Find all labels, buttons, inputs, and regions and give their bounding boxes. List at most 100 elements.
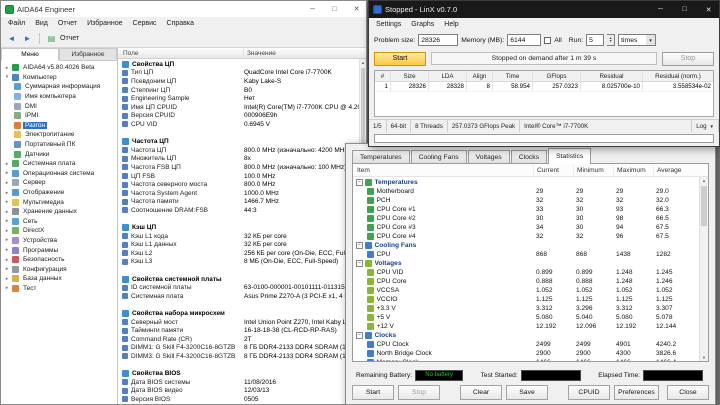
stat-group-row[interactable]: − Clocks: [353, 331, 699, 340]
scrollbar-thumb[interactable]: [701, 186, 707, 226]
table-row[interactable]: Множитель ЦП 8x: [118, 155, 359, 164]
collapse-icon[interactable]: −: [356, 242, 363, 249]
sidebar-tab-1[interactable]: Избранное: [59, 48, 117, 61]
collapse-icon[interactable]: −: [356, 179, 363, 186]
aida-menu-item-4[interactable]: Сервис: [128, 20, 162, 27]
sidebar-item-7[interactable]: Электропитание: [1, 130, 117, 140]
chevron-right-icon[interactable]: ▸: [4, 161, 10, 167]
table-row[interactable]: Command Rate (CR) 2T: [118, 335, 359, 344]
results-row[interactable]: 1 28326 28328 8 58.954 257.0323 8.025700e-10 3.…: [375, 82, 713, 92]
stat-group-row[interactable]: − Temperatures: [353, 178, 699, 187]
chevron-right-icon[interactable]: ▸: [4, 228, 10, 234]
table-section-row[interactable]: Свойства BIOS: [118, 369, 359, 378]
table-row[interactable]: Частота ЦП 800.0 MHz (изначально: 4200 MH…: [118, 146, 359, 155]
chevron-right-icon[interactable]: ▸: [4, 247, 10, 253]
stat-row[interactable]: +3.3 V 3.312 3.296 3.312 3.307: [353, 304, 699, 313]
problem-size-input[interactable]: 28326: [418, 34, 459, 46]
sidebar-item-16[interactable]: ▸ Сеть: [1, 217, 117, 227]
sidebar-item-11[interactable]: ▸ Операционная система: [1, 169, 117, 179]
sidebar-item-5[interactable]: IPMI: [1, 111, 117, 121]
log-dropdown[interactable]: Log ▼: [692, 120, 719, 132]
sidebar-item-6[interactable]: Разгон: [1, 121, 117, 131]
scroll-up-icon[interactable]: ▲: [360, 59, 366, 66]
scroll-up-icon[interactable]: ▲: [700, 177, 708, 184]
stat-row[interactable]: CPU VID 0.899 0.899 1.248 1.245: [353, 268, 699, 277]
linx-menu-item-0[interactable]: Settings: [371, 21, 406, 28]
collapse-icon[interactable]: −: [356, 260, 363, 267]
sidebar-item-19[interactable]: ▸ Программы: [1, 245, 117, 255]
table-row[interactable]: Северный мост Intel Union Point Z270, Int…: [118, 318, 359, 327]
report-button[interactable]: Отчет: [60, 35, 83, 42]
table-row[interactable]: DIMM1: G Skill F4-3200C16-8GTZB 8 ГБ DDR4…: [118, 344, 359, 353]
maximize-icon[interactable]: □: [674, 1, 695, 18]
chevron-right-icon[interactable]: ▸: [4, 285, 10, 291]
table-section-row[interactable]: Кэш ЦП: [118, 223, 359, 232]
save-button[interactable]: Save: [506, 385, 548, 400]
table-section-row[interactable]: Частота ЦП: [118, 137, 359, 146]
sidebar-item-23[interactable]: ▸ Тест: [1, 284, 117, 294]
spin-down-icon[interactable]: ▼: [609, 39, 612, 44]
table-row[interactable]: DIMM3: G Skill F4-3200C16-8GTZB 8 ГБ DDR4…: [118, 352, 359, 361]
sidebar-item-10[interactable]: ▸ Системная плата: [1, 159, 117, 169]
sidebar-item-9[interactable]: Датчики: [1, 149, 117, 159]
clear-button[interactable]: Clear: [460, 385, 502, 400]
sidebar-item-15[interactable]: ▸ Хранение данных: [1, 207, 117, 217]
chevron-right-icon[interactable]: ▸: [4, 237, 10, 243]
sidebar-item-3[interactable]: Имя компьютера: [1, 92, 117, 102]
sidebar-item-0[interactable]: ▸ AIDA64 v5.80.4026 Beta: [1, 63, 117, 73]
aida-menu-item-0[interactable]: Файл: [3, 20, 30, 27]
close-icon[interactable]: ✕: [698, 1, 719, 18]
stat-row[interactable]: CPU Core #2 30 30 98 66.5: [353, 214, 699, 223]
table-row[interactable]: Частота памяти 1466.7 MHz: [118, 198, 359, 207]
linx-menu-item-1[interactable]: Graphs: [406, 21, 439, 28]
table-row[interactable]: ID системной платы 63-0100-000001-0010111…: [118, 283, 359, 292]
table-row[interactable]: Дата BIOS видео 12/03/13: [118, 387, 359, 396]
table-row[interactable]: CPU VID 0.6945 V: [118, 120, 359, 129]
column-header-value[interactable]: Значение: [244, 50, 366, 57]
stat-row[interactable]: VCCIO 1.125 1.125 1.125 1.125: [353, 295, 699, 304]
table-row[interactable]: ЦП FSB 100.0 MHz: [118, 172, 359, 181]
chevron-right-icon[interactable]: ▸: [4, 170, 10, 176]
aida64-titlebar[interactable]: AIDA64 Engineer ─ □ ✕: [1, 1, 366, 17]
all-checkbox[interactable]: [544, 36, 552, 44]
table-row[interactable]: Степпинг ЦП B0: [118, 86, 359, 95]
stat-row[interactable]: Motherboard 29 29 29 29.0: [353, 187, 699, 196]
report-icon[interactable]: ▤: [44, 32, 59, 46]
table-section-row[interactable]: Свой­ства ЦП: [118, 60, 359, 69]
table-row[interactable]: Частота северного моста 800.0 MHz: [118, 180, 359, 189]
tab-temperatures[interactable]: Temperatures: [352, 150, 410, 164]
sidebar-item-8[interactable]: Портативный ПК: [1, 140, 117, 150]
chevron-right-icon[interactable]: ▸: [4, 65, 10, 71]
chevron-right-icon[interactable]: ▸: [4, 276, 10, 282]
maximize-icon[interactable]: □: [325, 1, 344, 17]
stat-row[interactable]: +12 V 12.192 12.096 12.192 12.144: [353, 322, 699, 331]
stat-row[interactable]: CPU Core #1 33 30 93 66.3: [353, 205, 699, 214]
table-row[interactable]: Кэш L3 8 МБ (On-Die, ECC, Full-Speed): [118, 258, 359, 267]
tab-statistics[interactable]: Statistics: [548, 148, 592, 164]
chevron-right-icon[interactable]: ▸: [4, 266, 10, 272]
sidebar-item-2[interactable]: Суммарная информация: [1, 82, 117, 92]
stat-group-row[interactable]: − Cooling Fans: [353, 241, 699, 250]
column-header-field[interactable]: Поле: [118, 48, 244, 58]
table-row[interactable]: Engineering Sample Нет: [118, 94, 359, 103]
table-row[interactable]: Частота FSB ЦП 800.0 MHz (изначально: 100…: [118, 163, 359, 172]
close-button[interactable]: Close: [667, 385, 709, 400]
table-section-row[interactable]: Свойства набора микросхем: [118, 309, 359, 318]
stat-group-row[interactable]: − Voltages: [353, 259, 699, 268]
sidebar-item-18[interactable]: ▸ Устройства: [1, 236, 117, 246]
sidebar-item-4[interactable]: DMI: [1, 101, 117, 111]
start-button[interactable]: Start: [374, 51, 426, 66]
chevron-right-icon[interactable]: ▸: [4, 218, 10, 224]
table-row[interactable]: Версия BIOS 0505: [118, 395, 359, 404]
table-row[interactable]: Кэш L1 кода 32 КБ per core: [118, 232, 359, 241]
collapse-icon[interactable]: −: [356, 332, 363, 339]
aida-menu-item-3[interactable]: Избранное: [82, 20, 127, 27]
scroll-down-icon[interactable]: ▼: [700, 354, 708, 361]
sidebar-item-22[interactable]: ▸ База данных: [1, 274, 117, 284]
minimize-icon[interactable]: ─: [650, 1, 671, 18]
table-row[interactable]: Кэш L1 данных 32 КБ per core: [118, 240, 359, 249]
scrollbar[interactable]: ▲ ▼: [699, 177, 708, 361]
stat-row[interactable]: +5 V 5.080 5.040 5.080 5.078: [353, 313, 699, 322]
memory-input[interactable]: 6144: [507, 34, 542, 46]
chevron-right-icon[interactable]: ▸: [4, 257, 10, 263]
